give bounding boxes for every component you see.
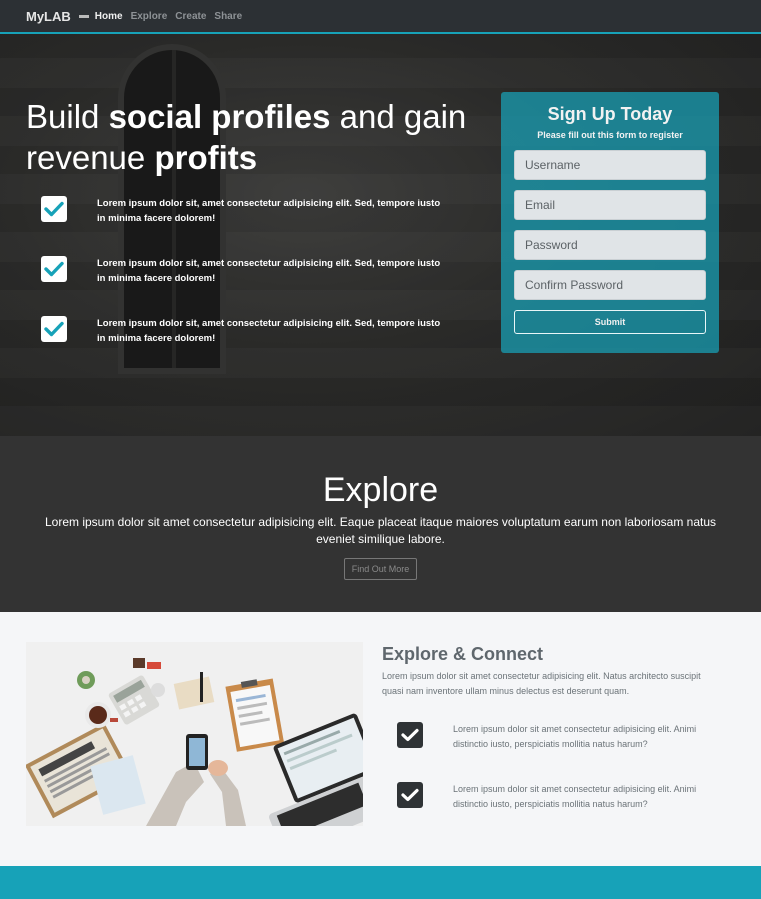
username-field[interactable] xyxy=(514,150,706,180)
check-icon xyxy=(397,782,423,808)
check-icon xyxy=(41,256,67,282)
hero-feature-text: Lorem ipsum dolor sit, amet consectetur … xyxy=(97,318,441,344)
signup-title: Sign Up Today xyxy=(547,104,673,124)
find-out-more-button[interactable]: Find Out More xyxy=(343,558,418,580)
connect-feature-text: Lorem ipsum dolor sit amet consectetur a… xyxy=(453,724,697,749)
hero-title: Build social profiles and gain revenue p… xyxy=(26,98,467,176)
signup-card: Sign Up Today Please fill out this form … xyxy=(501,92,719,353)
menu-toggle-icon[interactable] xyxy=(78,14,89,18)
hero-feature-text: Lorem ipsum dolor sit, amet consectetur … xyxy=(97,258,441,284)
explore-text: Lorem ipsum dolor sit amet consectetur a… xyxy=(44,515,717,546)
check-icon xyxy=(397,722,423,748)
confirm-password-field[interactable] xyxy=(514,270,706,300)
connect-text: Lorem ipsum dolor sit amet consectetur a… xyxy=(382,671,701,696)
brand-logo[interactable]: MyLAB xyxy=(26,9,71,24)
connect-feature-text: Lorem ipsum dolor sit amet consectetur a… xyxy=(453,784,697,809)
connect-section: Explore & Connect Lorem ipsum dolor sit … xyxy=(0,612,761,866)
desk-workspace-image xyxy=(26,642,363,826)
signup-subtitle: Please fill out this form to register xyxy=(537,130,683,140)
hero-feature-item: Lorem ipsum dolor sit, amet consectetur … xyxy=(41,316,451,346)
nav-link-explore[interactable]: Explore xyxy=(131,11,168,22)
password-field[interactable] xyxy=(514,230,706,260)
nav-link-share[interactable]: Share xyxy=(214,11,242,22)
submit-button[interactable]: Submit xyxy=(514,310,706,334)
explore-title: Explore xyxy=(322,471,439,509)
connect-title: Explore & Connect xyxy=(382,644,544,664)
hero-feature-item: Lorem ipsum dolor sit, amet consectetur … xyxy=(41,256,451,286)
navbar: MyLAB Home Explore Create Share xyxy=(0,0,761,34)
check-icon xyxy=(41,316,67,342)
email-field[interactable] xyxy=(514,190,706,220)
nav-link-create[interactable]: Create xyxy=(175,11,206,22)
explore-section: Explore Lorem ipsum dolor sit amet conse… xyxy=(0,436,761,612)
footer-bar xyxy=(0,866,761,899)
hero-feature-item: Lorem ipsum dolor sit, amet consectetur … xyxy=(41,196,451,226)
nav-link-home[interactable]: Home xyxy=(95,11,123,22)
hero-feature-text: Lorem ipsum dolor sit, amet consectetur … xyxy=(97,198,441,224)
check-icon xyxy=(41,196,67,222)
connect-feature-item: Lorem ipsum dolor sit amet consectetur a… xyxy=(397,722,717,752)
connect-feature-item: Lorem ipsum dolor sit amet consectetur a… xyxy=(397,782,717,812)
